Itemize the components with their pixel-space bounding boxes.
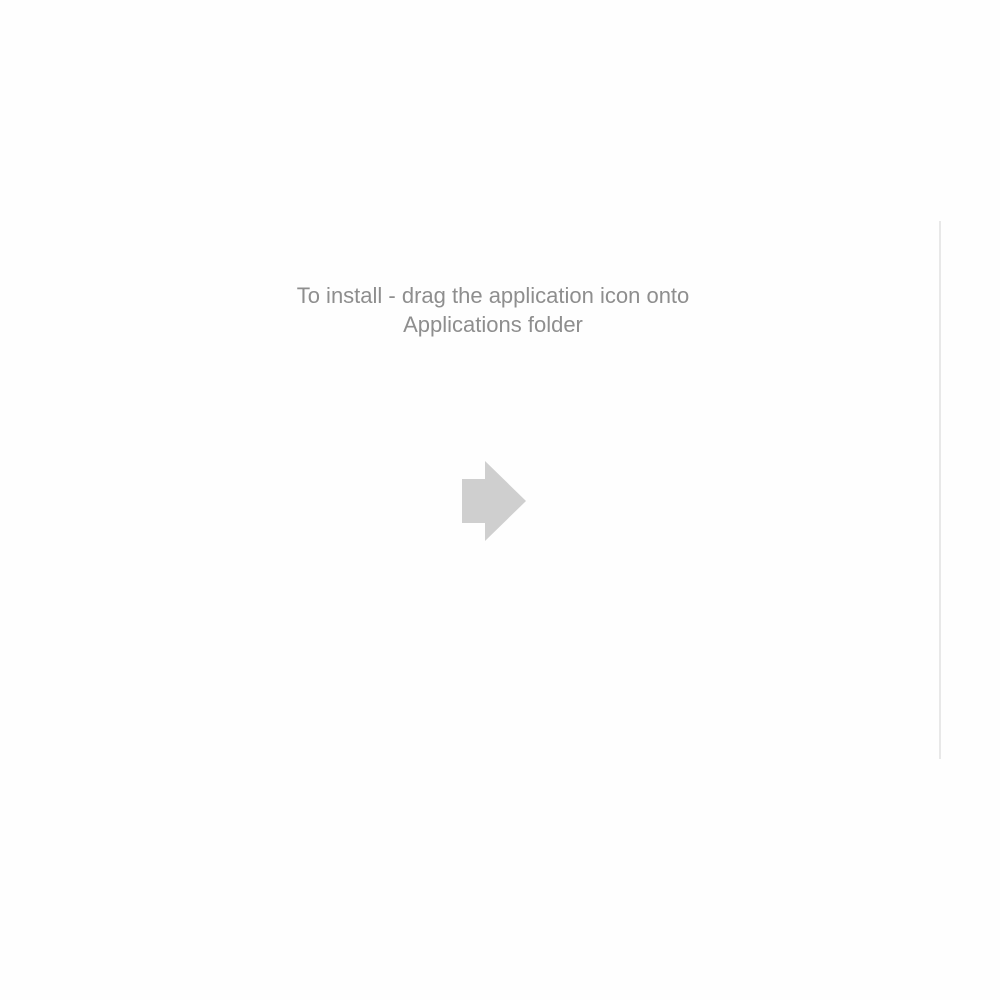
window-edge-divider — [939, 221, 941, 759]
dmg-installer-window: To install - drag the application icon o… — [0, 0, 1000, 1000]
instruction-line-2: Applications folder — [403, 312, 583, 337]
install-instructions: To install - drag the application icon o… — [193, 281, 793, 339]
right-arrow-icon — [462, 461, 526, 541]
instruction-line-1: To install - drag the application icon o… — [296, 283, 690, 308]
